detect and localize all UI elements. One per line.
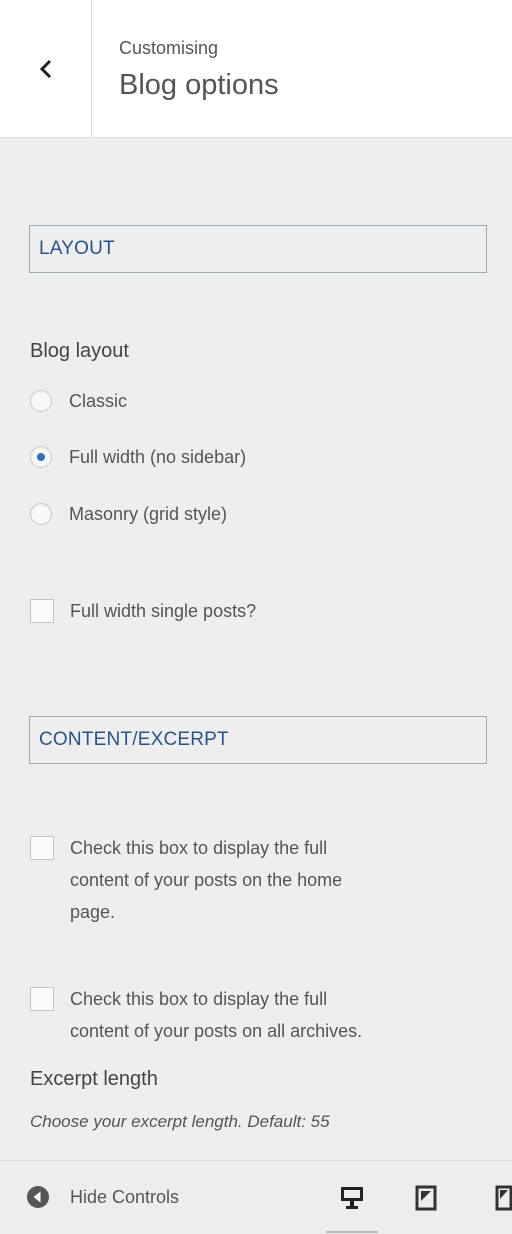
preview-tablet-button[interactable] bbox=[415, 1185, 437, 1216]
hide-controls-button[interactable]: Hide Controls bbox=[26, 1185, 179, 1209]
checkbox-row-home-full-content[interactable]: Check this box to display the full conte… bbox=[30, 836, 342, 928]
tablet-icon bbox=[415, 1185, 437, 1211]
single-posts-checkbox[interactable] bbox=[30, 599, 54, 623]
checkbox-row-single-posts[interactable]: Full width single posts? bbox=[30, 599, 256, 627]
home-full-content-checkbox[interactable] bbox=[30, 836, 54, 860]
customising-label: Customising bbox=[119, 38, 219, 58]
mobile-icon bbox=[495, 1185, 512, 1211]
preview-desktop-button[interactable] bbox=[326, 1185, 378, 1233]
panel-title: Blog options bbox=[119, 69, 279, 101]
hide-controls-label: Hide Controls bbox=[70, 1186, 180, 1207]
excerpt-length-label: Excerpt length bbox=[30, 1068, 158, 1090]
single-posts-label: Full width single posts? bbox=[70, 601, 257, 621]
radio-full-width-label: Full width (no sidebar) bbox=[69, 446, 247, 467]
checkbox-row-archives-full-content[interactable]: Check this box to display the full conte… bbox=[30, 987, 362, 1047]
desktop-icon bbox=[341, 1187, 363, 1209]
radio-option-full-width[interactable]: Full width (no sidebar) bbox=[30, 446, 246, 468]
collapse-arrow-icon bbox=[27, 1186, 49, 1208]
excerpt-length-description: Choose your excerpt length. Default: 55 bbox=[30, 1112, 330, 1131]
radio-option-classic[interactable]: Classic bbox=[30, 390, 127, 412]
radio-masonry[interactable] bbox=[30, 503, 52, 525]
radio-classic-label: Classic bbox=[69, 390, 128, 411]
home-full-content-label: Check this box to display the full conte… bbox=[70, 838, 343, 922]
radio-masonry-label: Masonry (grid style) bbox=[69, 503, 228, 524]
customizer-header: Customising Blog options bbox=[0, 0, 512, 138]
header-title-group: Customising Blog options bbox=[119, 38, 279, 102]
chevron-left-icon bbox=[39, 59, 51, 79]
archives-full-content-label: Check this box to display the full conte… bbox=[70, 989, 363, 1041]
customizer-footer: Hide Controls bbox=[0, 1160, 512, 1234]
blog-layout-label: Blog layout bbox=[30, 340, 129, 362]
preview-mobile-button[interactable] bbox=[495, 1185, 512, 1216]
radio-full-width[interactable] bbox=[30, 446, 52, 468]
section-title-content-excerpt: CONTENT/EXCERPT bbox=[29, 716, 487, 764]
radio-option-masonry[interactable]: Masonry (grid style) bbox=[30, 503, 227, 525]
back-button[interactable] bbox=[0, 0, 92, 138]
radio-classic[interactable] bbox=[30, 390, 52, 412]
archives-full-content-checkbox[interactable] bbox=[30, 987, 54, 1011]
section-title-layout: LAYOUT bbox=[29, 225, 487, 273]
